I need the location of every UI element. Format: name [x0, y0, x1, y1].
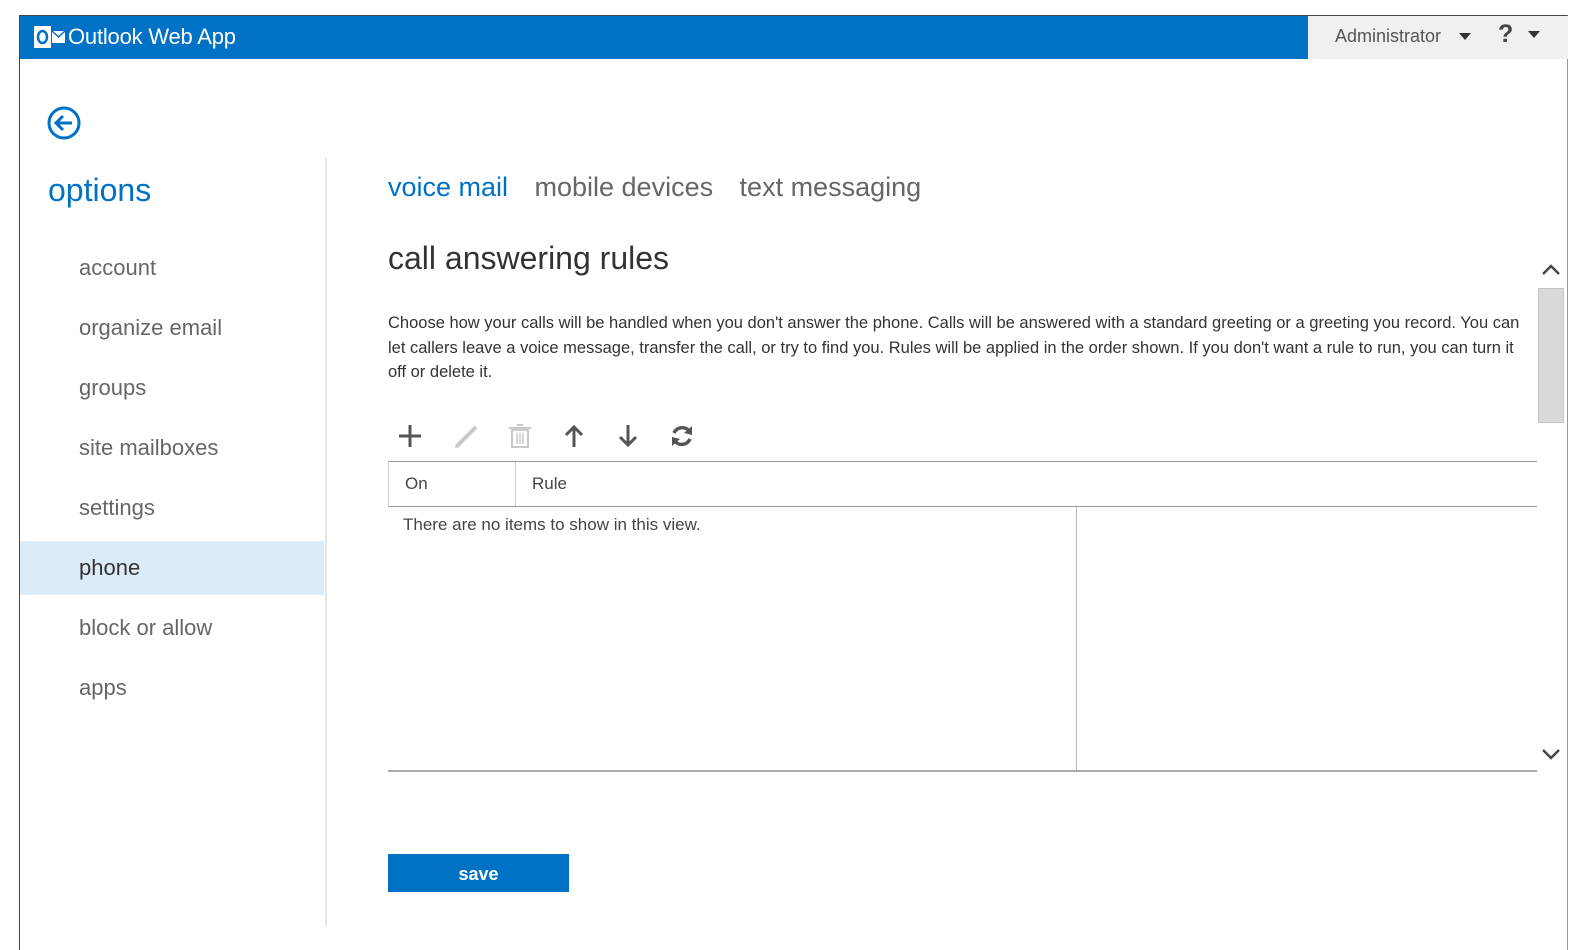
sidebar-item-apps[interactable]: apps: [20, 658, 324, 718]
options-title: options: [48, 172, 152, 208]
nav-divider: [325, 158, 327, 926]
tab-voice-mail[interactable]: voice mail: [388, 172, 508, 203]
outlook-logo-icon: [34, 26, 66, 48]
sidebar-nav: account organize email groups site mailb…: [20, 238, 324, 718]
move-up-icon[interactable]: [558, 420, 590, 452]
sidebar-item-phone[interactable]: phone: [20, 541, 324, 595]
back-arrow-icon[interactable]: [46, 105, 82, 141]
move-down-icon[interactable]: [612, 420, 644, 452]
edit-icon[interactable]: [450, 420, 482, 452]
refresh-icon[interactable]: [666, 420, 698, 452]
sidebar-item-settings[interactable]: settings: [20, 478, 324, 538]
table-bottom-border: [388, 770, 1537, 772]
help-chevron-down-icon[interactable]: [1528, 31, 1540, 38]
brand-area: Outlook Web App: [20, 16, 1308, 59]
help-button[interactable]: ?: [1498, 20, 1513, 49]
scroll-up-icon[interactable]: [1540, 260, 1562, 280]
table-header: On Rule: [388, 461, 1537, 507]
sidebar-item-block-or-allow[interactable]: block or allow: [20, 598, 324, 658]
section-title: call answering rules: [388, 240, 670, 276]
tab-bar: voice mail mobile devices text messaging: [388, 172, 943, 203]
tab-text-messaging[interactable]: text messaging: [740, 172, 922, 203]
details-pane-divider: [1076, 507, 1077, 771]
app-title: Outlook Web App: [68, 24, 236, 49]
scroll-down-icon[interactable]: [1540, 744, 1562, 764]
sidebar-item-organize-email[interactable]: organize email: [20, 298, 324, 358]
sidebar-item-account[interactable]: account: [20, 238, 324, 298]
sidebar-item-groups[interactable]: groups: [20, 358, 324, 418]
chevron-down-icon[interactable]: [1459, 33, 1471, 40]
add-icon[interactable]: [394, 420, 426, 452]
section-description: Choose how your calls will be handled wh…: [388, 314, 1520, 381]
top-bar: Outlook Web App Administrator ?: [20, 16, 1568, 59]
user-area: Administrator ?: [1308, 16, 1568, 59]
delete-icon[interactable]: [504, 420, 536, 452]
tab-mobile-devices[interactable]: mobile devices: [535, 172, 714, 203]
user-menu-button[interactable]: Administrator: [1335, 26, 1441, 47]
scrollbar-thumb[interactable]: [1538, 288, 1564, 423]
save-button[interactable]: save: [388, 854, 569, 892]
sidebar-item-site-mailboxes[interactable]: site mailboxes: [20, 418, 324, 478]
empty-table-message: There are no items to show in this view.: [403, 515, 701, 534]
column-header-on[interactable]: On: [389, 462, 516, 506]
rules-table: On Rule There are no items to show in th…: [388, 461, 1537, 772]
column-header-rule[interactable]: Rule: [516, 462, 567, 506]
